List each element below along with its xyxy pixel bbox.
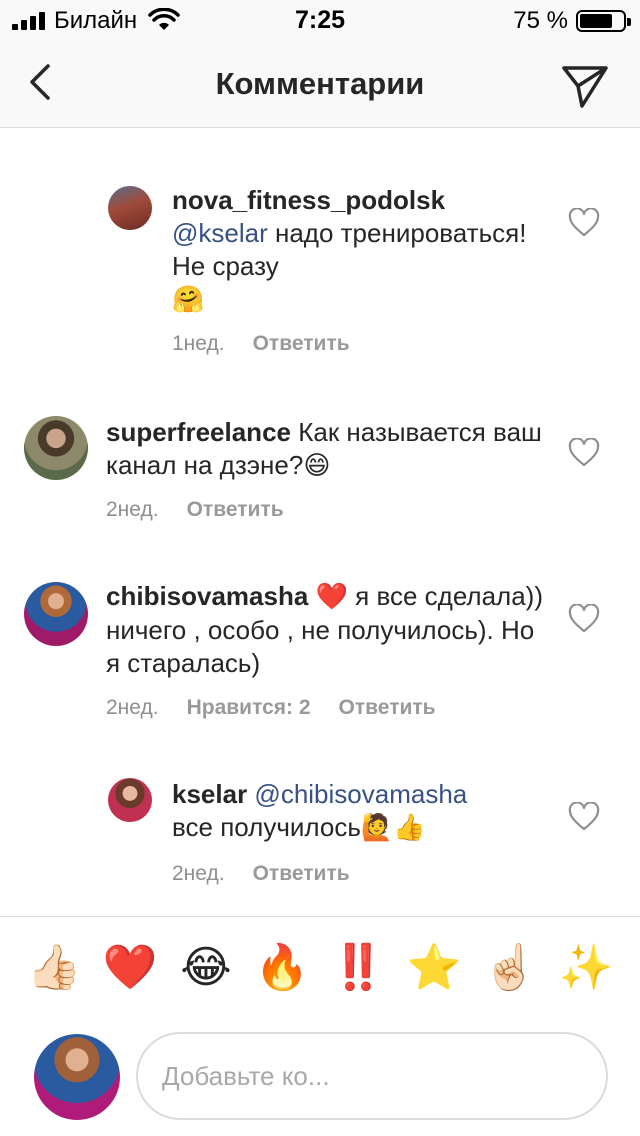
- comment-text: superfreelance Как называется ваш канал …: [106, 416, 546, 483]
- avatar[interactable]: [108, 186, 152, 230]
- nav-bar: Комментарии: [0, 40, 640, 128]
- heart-icon[interactable]: [568, 802, 600, 832]
- comment-text: chibisovamasha ❤️ я все сделала)) ничего…: [106, 580, 546, 680]
- heart-icon[interactable]: [568, 438, 600, 468]
- battery-percent: 75 %: [513, 7, 568, 34]
- raising-hand-thumbs-up-emoji: 🙋👍: [360, 813, 426, 843]
- mention-link[interactable]: @kselar: [172, 218, 268, 248]
- index-pointing-up-emoji-button[interactable]: ☝🏻: [482, 940, 538, 996]
- comment-time: 1нед.: [172, 332, 225, 355]
- reply-button[interactable]: Ответить: [253, 332, 350, 355]
- mention-link[interactable]: @chibisovamasha: [254, 779, 467, 809]
- sparkles-emoji-button[interactable]: ✨: [558, 940, 614, 996]
- paper-plane-icon[interactable]: [560, 60, 610, 110]
- heart-icon[interactable]: [568, 208, 600, 238]
- reply-button[interactable]: Ответить: [253, 862, 350, 885]
- avatar[interactable]: [24, 582, 88, 646]
- star-emoji-button[interactable]: ⭐: [406, 940, 462, 996]
- comment-meta: 2нед. Нравится: 2 Ответить: [106, 696, 464, 720]
- comment-meta: 2нед. Ответить: [106, 498, 312, 522]
- avatar[interactable]: [24, 416, 88, 480]
- grinning-emoji: 😄: [303, 451, 331, 481]
- battery-fill: [580, 14, 612, 28]
- reply-button[interactable]: Ответить: [339, 696, 436, 719]
- comment-input[interactable]: [162, 1054, 582, 1098]
- comment-text: kselar @chibisovamasha все получилось🙋👍: [172, 778, 552, 845]
- comment-username[interactable]: kselar: [172, 779, 247, 809]
- red-heart-emoji-button[interactable]: ❤️: [102, 940, 158, 996]
- red-heart-emoji: ❤️: [315, 582, 348, 612]
- status-bar: Билайн 7:25 75 %: [0, 0, 640, 40]
- comment-message: все получилось: [172, 812, 361, 842]
- comment-item: kselar @chibisovamasha все получилось🙋👍 …: [0, 776, 640, 896]
- reply-button[interactable]: Ответить: [187, 498, 284, 521]
- thumbs-up-emoji-button[interactable]: 👍🏻: [26, 940, 82, 996]
- battery-icon: [576, 10, 631, 32]
- comment-meta: 2нед. Ответить: [172, 862, 378, 886]
- comment-item: superfreelance Как называется ваш канал …: [0, 412, 640, 532]
- double-exclamation-emoji-button[interactable]: ‼️: [330, 940, 386, 996]
- page-title: Комментарии: [215, 66, 425, 101]
- current-user-avatar: [34, 1034, 120, 1120]
- comment-username[interactable]: chibisovamasha: [106, 581, 308, 611]
- comment-username[interactable]: superfreelance: [106, 417, 291, 447]
- hugging-emoji: 🤗: [172, 285, 205, 315]
- fire-emoji-button[interactable]: 🔥: [254, 940, 310, 996]
- comment-time: 2нед.: [106, 498, 159, 521]
- comment-item: nova_fitness_podolsk @kselar надо тренир…: [0, 180, 640, 370]
- tears-of-joy-emoji-button[interactable]: 😂: [178, 940, 234, 996]
- comment-username[interactable]: nova_fitness_podolsk: [172, 185, 445, 215]
- comment-input-box[interactable]: [136, 1032, 608, 1120]
- heart-icon[interactable]: [568, 604, 600, 634]
- avatar[interactable]: [108, 778, 152, 822]
- likes-count[interactable]: Нравится: 2: [187, 696, 311, 719]
- comment-item: chibisovamasha ❤️ я все сделала)) ничего…: [0, 578, 640, 728]
- comment-time: 2нед.: [106, 696, 159, 719]
- comment-text: nova_fitness_podolsk @kselar надо тренир…: [172, 184, 552, 317]
- quick-emoji-bar: 👍🏻 ❤️ 😂 🔥 ‼️ ⭐ ☝🏻 ✨: [0, 940, 640, 1000]
- comment-time: 2нед.: [172, 862, 225, 885]
- comment-meta: 1нед. Ответить: [172, 332, 378, 356]
- divider: [0, 916, 640, 917]
